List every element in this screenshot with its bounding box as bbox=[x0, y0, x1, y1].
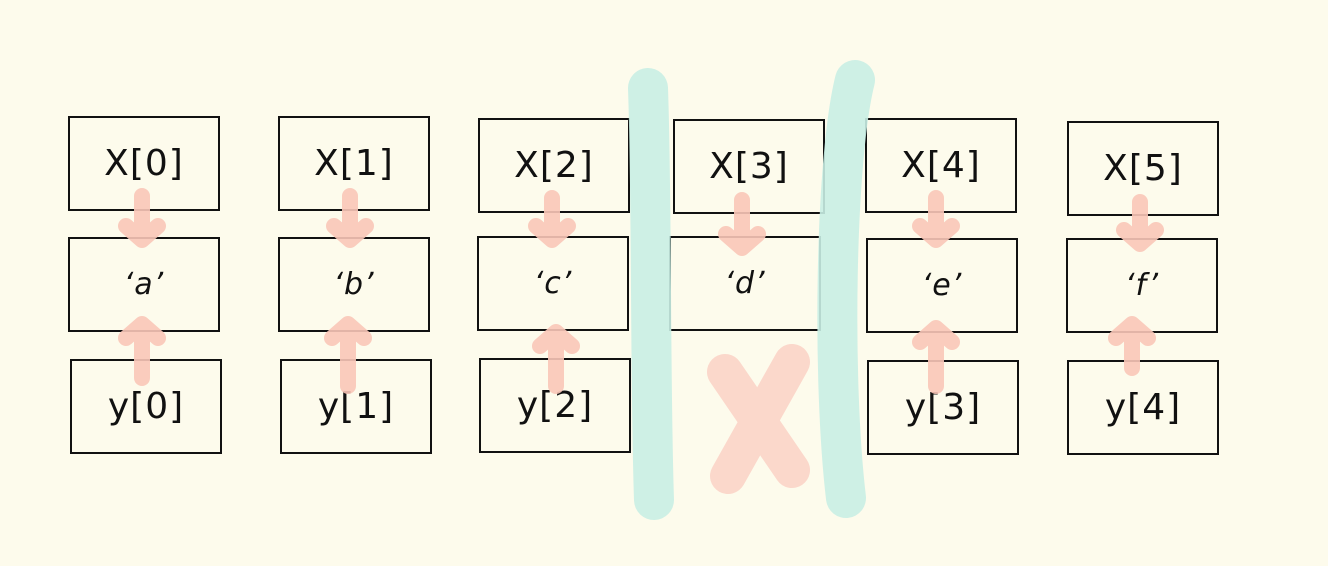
char-cell-b: ‘b’ bbox=[278, 237, 430, 332]
char-cell-e: ‘e’ bbox=[866, 238, 1018, 333]
y-cell-0: y[0] bbox=[70, 359, 222, 454]
y-cell-4: y[4] bbox=[1067, 360, 1219, 455]
cross-mark bbox=[707, 344, 810, 494]
y-cell-3: y[3] bbox=[867, 360, 1019, 455]
char-cell-f: ‘f’ bbox=[1066, 238, 1218, 333]
divider-line-left bbox=[628, 68, 674, 520]
x-cell-1: X[1] bbox=[278, 116, 430, 211]
diagram-canvas: X[0] X[1] X[2] X[3] X[4] X[5] ‘a’ ‘b’ ‘c… bbox=[0, 0, 1328, 566]
x-cell-2: X[2] bbox=[478, 118, 630, 213]
x-cell-0: X[0] bbox=[68, 116, 220, 211]
divider-line-right bbox=[817, 60, 875, 518]
char-cell-d: ‘d’ bbox=[669, 236, 821, 331]
y-cell-2: y[2] bbox=[479, 358, 631, 453]
x-cell-4: X[4] bbox=[865, 118, 1017, 213]
y-cell-1: y[1] bbox=[280, 359, 432, 454]
x-cell-3: X[3] bbox=[673, 119, 825, 214]
char-cell-a: ‘a’ bbox=[68, 237, 220, 332]
x-cell-5: X[5] bbox=[1067, 121, 1219, 216]
char-cell-c: ‘c’ bbox=[477, 236, 629, 331]
